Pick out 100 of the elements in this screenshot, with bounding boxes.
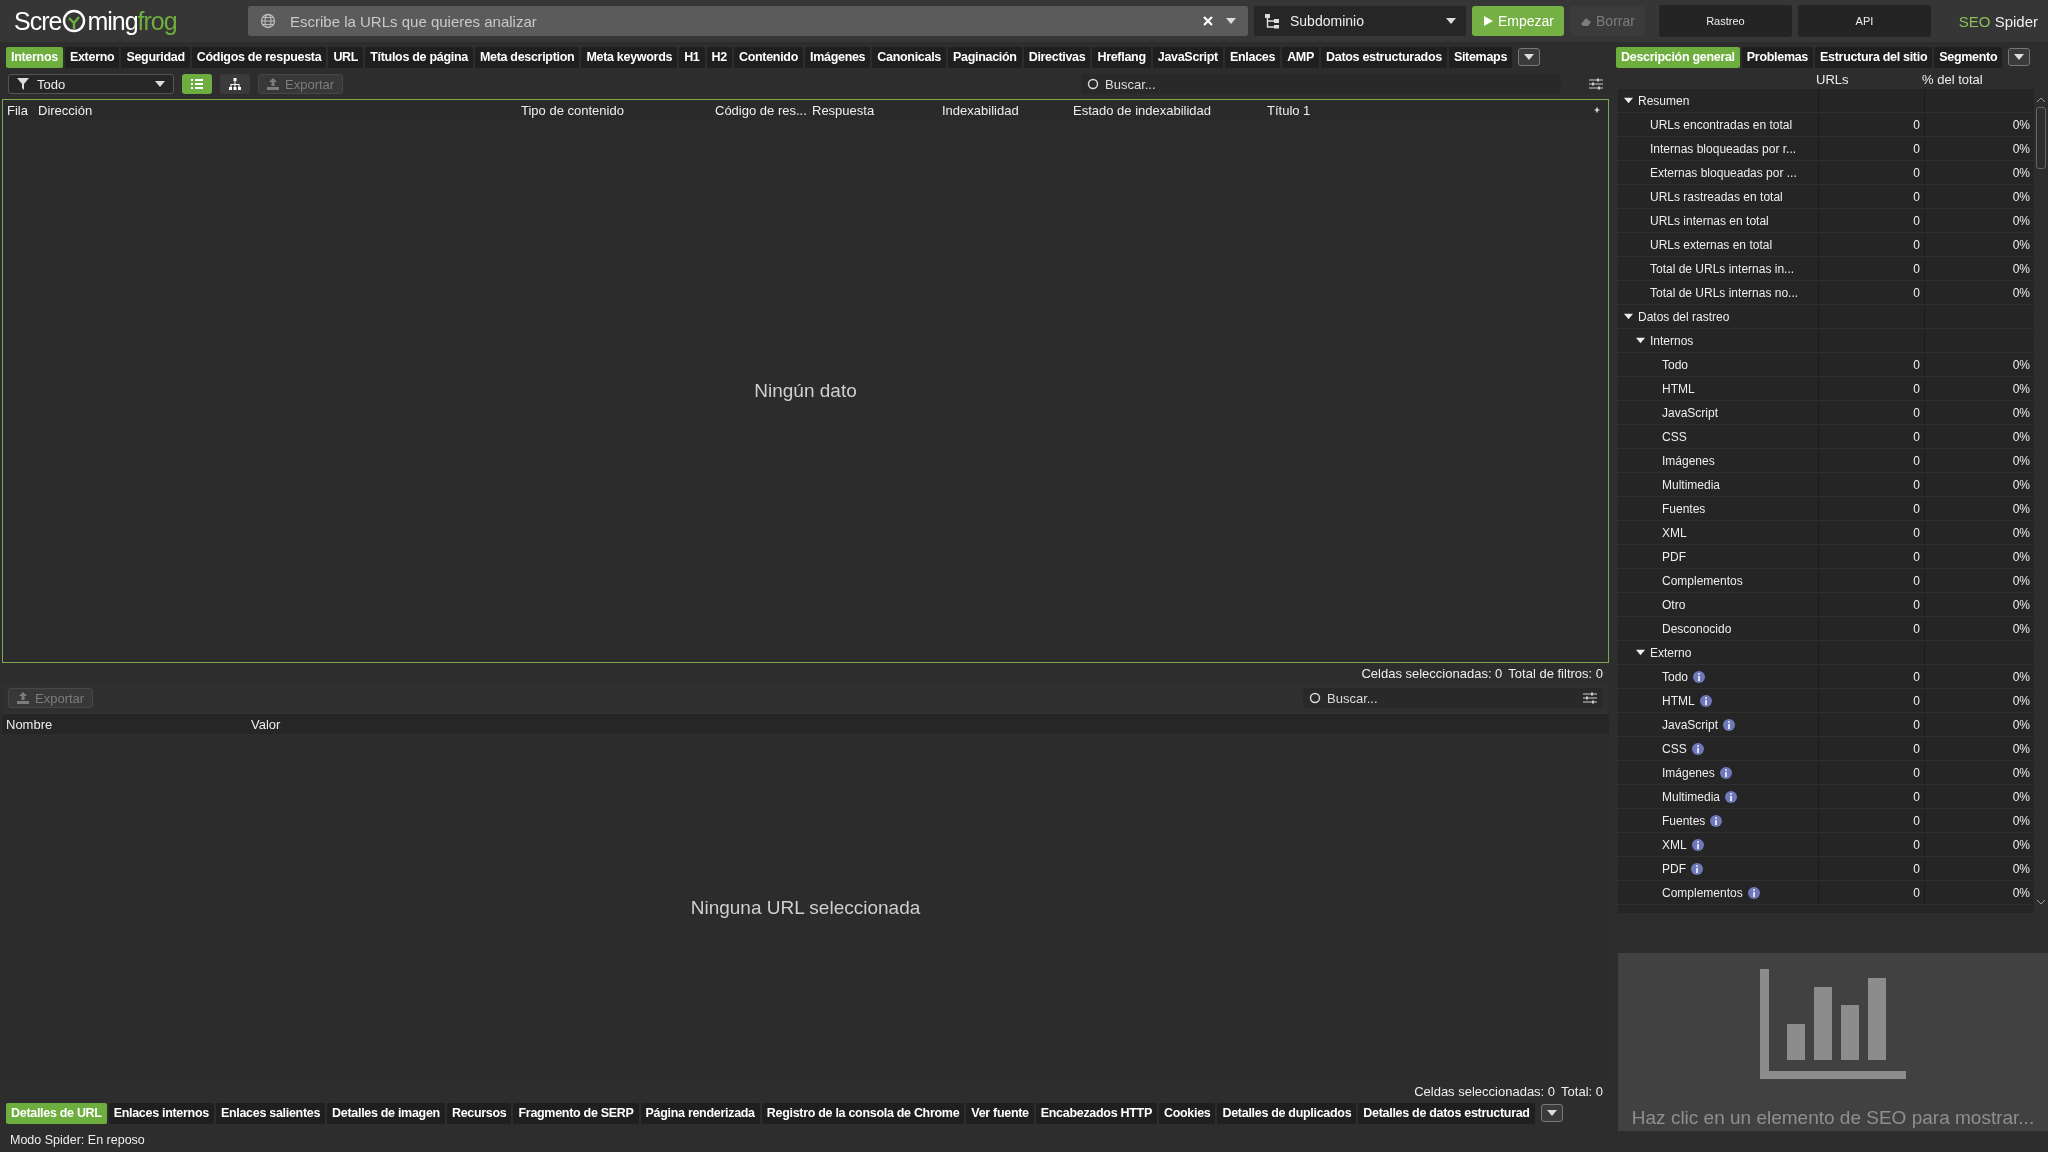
tab[interactable]: Meta description bbox=[474, 46, 580, 68]
tab[interactable]: Ver fuente bbox=[966, 1102, 1034, 1124]
tab[interactable]: Enlaces internos bbox=[108, 1102, 214, 1124]
tree-item[interactable]: Externo bbox=[1650, 645, 1692, 660]
tree-item[interactable]: URLs internas en total bbox=[1650, 213, 1769, 228]
tree-item[interactable]: Otro bbox=[1662, 597, 1686, 612]
tree-item[interactable]: Total de URLs internas no... bbox=[1650, 285, 1799, 300]
tree-item[interactable]: Fuentes bbox=[1662, 501, 1706, 516]
scrollbar-thumb[interactable] bbox=[2036, 107, 2046, 169]
tree-item[interactable]: Todo bbox=[1662, 357, 1689, 372]
column-header[interactable]: URLs bbox=[1816, 71, 1849, 87]
tab[interactable]: Estructura del sitio bbox=[1815, 46, 1933, 68]
tree-item[interactable]: JavaScript bbox=[1662, 405, 1719, 420]
info-icon[interactable] bbox=[1723, 718, 1736, 731]
tab[interactable]: Registro de la consola de Chrome bbox=[761, 1102, 965, 1124]
settings-icon[interactable] bbox=[1583, 691, 1597, 705]
tab[interactable]: Encabezados HTTP bbox=[1035, 1102, 1157, 1124]
info-icon[interactable] bbox=[1691, 862, 1703, 875]
column-header[interactable]: Valor bbox=[251, 716, 281, 732]
tab[interactable]: Seguridad bbox=[121, 46, 190, 68]
tree-item[interactable]: CSS bbox=[1662, 429, 1687, 444]
filter-dropdown[interactable]: Todo bbox=[8, 74, 174, 94]
info-icon[interactable] bbox=[1710, 814, 1723, 827]
tree-item[interactable]: Complementos bbox=[1662, 885, 1743, 900]
tree-item[interactable]: Internas bloqueadas por r... bbox=[1650, 141, 1797, 156]
column-header[interactable]: Tipo de contenido bbox=[521, 102, 624, 118]
tab[interactable]: H1 bbox=[679, 46, 705, 68]
mode-tab[interactable]: API bbox=[1797, 5, 1931, 37]
tree-item[interactable]: Total de URLs internas in... bbox=[1650, 261, 1795, 276]
column-header[interactable]: Indexabilidad bbox=[942, 102, 1019, 118]
info-icon[interactable] bbox=[1691, 742, 1704, 755]
tab[interactable]: Problemas bbox=[1741, 46, 1813, 68]
more-tabs-button[interactable] bbox=[1540, 1104, 1563, 1122]
tree-item[interactable]: URLs encontradas en total bbox=[1650, 117, 1793, 132]
tab[interactable]: Enlaces bbox=[1224, 46, 1281, 68]
info-icon[interactable] bbox=[1747, 886, 1760, 899]
column-header[interactable]: Título 1 bbox=[1267, 102, 1311, 118]
tab[interactable]: H2 bbox=[706, 46, 732, 68]
tab[interactable]: Contenido bbox=[733, 46, 803, 68]
tab[interactable]: Títulos de página bbox=[365, 46, 473, 68]
tree-item[interactable]: Datos del rastreo bbox=[1638, 309, 1730, 324]
tab[interactable]: Directivas bbox=[1023, 46, 1091, 68]
tree-item[interactable]: HTML bbox=[1662, 693, 1695, 708]
tab[interactable]: Sitemaps bbox=[1448, 46, 1513, 68]
tab[interactable]: Detalles de datos estructurad bbox=[1358, 1102, 1535, 1124]
tree-item[interactable]: PDF bbox=[1662, 549, 1686, 564]
expand-icon[interactable] bbox=[1624, 312, 1633, 321]
tab[interactable]: Códigos de respuesta bbox=[191, 46, 327, 68]
tab[interactable]: Canonicals bbox=[872, 46, 946, 68]
settings-icon[interactable] bbox=[1589, 77, 1603, 91]
info-icon[interactable] bbox=[1693, 670, 1706, 683]
tree-item[interactable]: CSS bbox=[1662, 741, 1687, 756]
tree-item[interactable]: Complementos bbox=[1662, 573, 1743, 588]
tab[interactable]: Hreflang bbox=[1092, 46, 1151, 68]
tab[interactable]: Enlaces salientes bbox=[215, 1102, 326, 1124]
url-field[interactable]: Escribe la URLs que quieres analizar bbox=[248, 6, 1248, 36]
expand-icon[interactable] bbox=[1636, 336, 1645, 345]
tree-item[interactable]: Resumen bbox=[1638, 93, 1690, 108]
tree-item[interactable]: HTML bbox=[1662, 381, 1695, 396]
expand-icon[interactable] bbox=[1624, 96, 1633, 105]
scroll-down-icon[interactable] bbox=[2036, 899, 2046, 905]
tab[interactable]: Paginación bbox=[947, 46, 1022, 68]
column-header[interactable]: Dirección bbox=[38, 102, 93, 118]
column-header[interactable]: Código de res... bbox=[715, 102, 807, 118]
column-header[interactable]: Fila bbox=[7, 102, 28, 118]
column-header[interactable]: Nombre bbox=[6, 716, 53, 732]
tab[interactable]: AMP bbox=[1282, 46, 1319, 68]
tab[interactable]: Página renderizada bbox=[640, 1102, 760, 1124]
tree-item[interactable]: Internos bbox=[1650, 333, 1694, 348]
tab[interactable]: Detalles de imagen bbox=[327, 1102, 445, 1124]
tree-item[interactable]: Fuentes bbox=[1662, 813, 1706, 828]
tree-item[interactable]: Todo bbox=[1662, 669, 1689, 684]
tab[interactable]: Segmento bbox=[1934, 46, 2003, 68]
tree-view-button[interactable] bbox=[220, 74, 250, 94]
column-header[interactable]: % del total bbox=[1922, 71, 1983, 87]
caret-icon[interactable] bbox=[1226, 18, 1236, 24]
tree-item[interactable]: Externas bloqueadas por ... bbox=[1650, 165, 1797, 180]
more-tabs-button[interactable] bbox=[2008, 48, 2031, 66]
tree-item[interactable]: Imágenes bbox=[1662, 453, 1715, 468]
tab[interactable]: JavaScript bbox=[1152, 46, 1223, 68]
tree-item[interactable]: Imágenes bbox=[1662, 765, 1715, 780]
tab[interactable]: Detalles de duplicados bbox=[1217, 1102, 1357, 1124]
tree-item[interactable]: Multimedia bbox=[1662, 477, 1721, 492]
tab[interactable]: Cookies bbox=[1158, 1102, 1216, 1124]
tab[interactable]: Imágenes bbox=[805, 46, 871, 68]
more-tabs-button[interactable] bbox=[1518, 48, 1541, 66]
tab[interactable]: Externo bbox=[64, 46, 120, 68]
expand-icon[interactable] bbox=[1636, 648, 1645, 657]
info-icon[interactable] bbox=[1719, 766, 1732, 779]
tree-item[interactable]: PDF bbox=[1662, 861, 1686, 876]
tree-item[interactable]: XML bbox=[1662, 525, 1687, 540]
tab[interactable]: Datos estructurados bbox=[1321, 46, 1447, 68]
tree-item[interactable]: JavaScript bbox=[1662, 717, 1719, 732]
tab[interactable]: Fragmento de SERP bbox=[513, 1102, 639, 1124]
search-input[interactable]: Buscar... bbox=[1325, 689, 1579, 707]
search-field[interactable]: Buscar... bbox=[1303, 688, 1603, 708]
info-icon[interactable] bbox=[1725, 790, 1738, 803]
info-icon[interactable] bbox=[1699, 694, 1712, 707]
tab[interactable]: Recursos bbox=[446, 1102, 512, 1124]
tree-item[interactable]: URLs rastreadas en total bbox=[1650, 189, 1783, 204]
